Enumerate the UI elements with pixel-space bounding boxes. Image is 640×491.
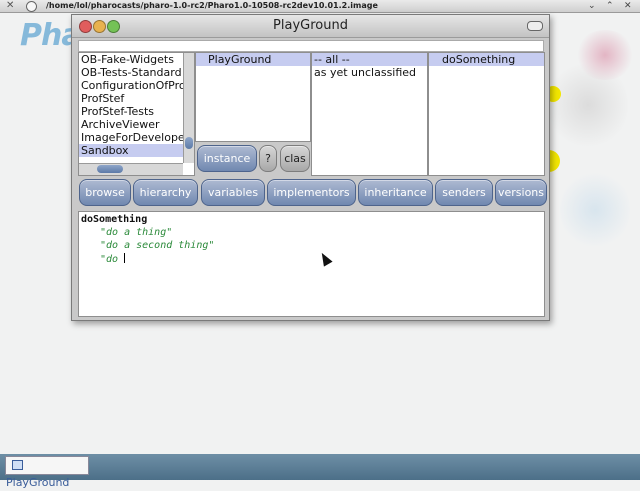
variables-button[interactable]: variables [201,179,265,206]
browser-window: PlayGround OB-Fake-Widgets OB-Tests-Stan… [71,14,550,321]
window-menu-icon[interactable] [527,21,543,31]
list-item[interactable]: ImageForDeveloper [79,131,194,144]
scroll-thumb[interactable] [185,137,193,149]
list-item[interactable]: OB-Fake-Widgets [79,53,194,66]
bg-splash [575,30,635,80]
host-window-path: /home/lol/pharocasts/pharo-1.0-rc2/Pharo… [46,1,378,10]
taskbar-item-label: PlayGround [6,476,70,489]
browse-button[interactable]: browse [79,179,131,206]
bg-splash [560,170,630,250]
window-icon [12,460,23,470]
taskbar: PlayGround [0,454,640,489]
list-item-selected[interactable]: PlayGround [196,53,310,66]
window-menu-icon[interactable] [26,1,37,12]
code-comment: "do a second thing" [100,240,215,251]
implementors-button[interactable]: implementors [267,179,356,206]
method-list[interactable]: doSomething [428,52,545,176]
code-comment: "do a thing" [100,227,173,238]
method-name: doSomething [81,214,148,225]
class-list[interactable]: PlayGround [195,52,311,142]
search-field[interactable] [78,40,544,52]
horizontal-scrollbar[interactable] [79,163,183,175]
list-item[interactable]: ProfStef-Tests [79,105,194,118]
list-item-selected[interactable]: Sandbox [79,144,194,157]
list-item[interactable]: ConfigurationOfProf [79,79,194,92]
package-list[interactable]: OB-Fake-Widgets OB-Tests-Standard Config… [78,52,195,176]
list-item[interactable]: as yet unclassified [312,66,427,79]
help-button[interactable]: ? [259,145,277,172]
list-item[interactable]: ArchiveViewer [79,118,194,131]
code-comment: "do [100,254,125,265]
taskbar-item-playground[interactable]: PlayGround [5,456,89,489]
window-title: PlayGround [273,18,348,33]
list-item[interactable]: OB-Tests-Standard [79,66,194,79]
code-editor[interactable]: doSomething "do a thing" "do a second th… [78,211,545,317]
window-title-bar[interactable]: PlayGround [72,15,549,38]
list-item-selected[interactable]: doSomething [429,53,544,66]
scroll-thumb[interactable] [97,165,123,173]
senders-button[interactable]: senders [435,179,493,206]
minimize-icon[interactable]: ⌄ [588,0,596,12]
category-list[interactable]: -- all -- as yet unclassified [311,52,428,176]
instance-button[interactable]: instance [197,145,257,172]
host-title-bar: ✕ /home/lol/pharocasts/pharo-1.0-rc2/Pha… [0,0,640,13]
code-line-current: "do [100,253,126,265]
vertical-scrollbar[interactable] [183,53,194,163]
versions-button[interactable]: versions [495,179,547,206]
close-icon[interactable]: ✕ [624,0,632,12]
list-item[interactable]: ProfStef [79,92,194,105]
maximize-icon[interactable]: ⌃ [606,0,614,12]
list-item-selected[interactable]: -- all -- [312,53,427,66]
hierarchy-button[interactable]: hierarchy [133,179,198,206]
class-button[interactable]: clas [280,145,310,172]
x-logo-icon: ✕ [6,0,15,11]
text-cursor [124,253,126,263]
inheritance-button[interactable]: inheritance [358,179,433,206]
